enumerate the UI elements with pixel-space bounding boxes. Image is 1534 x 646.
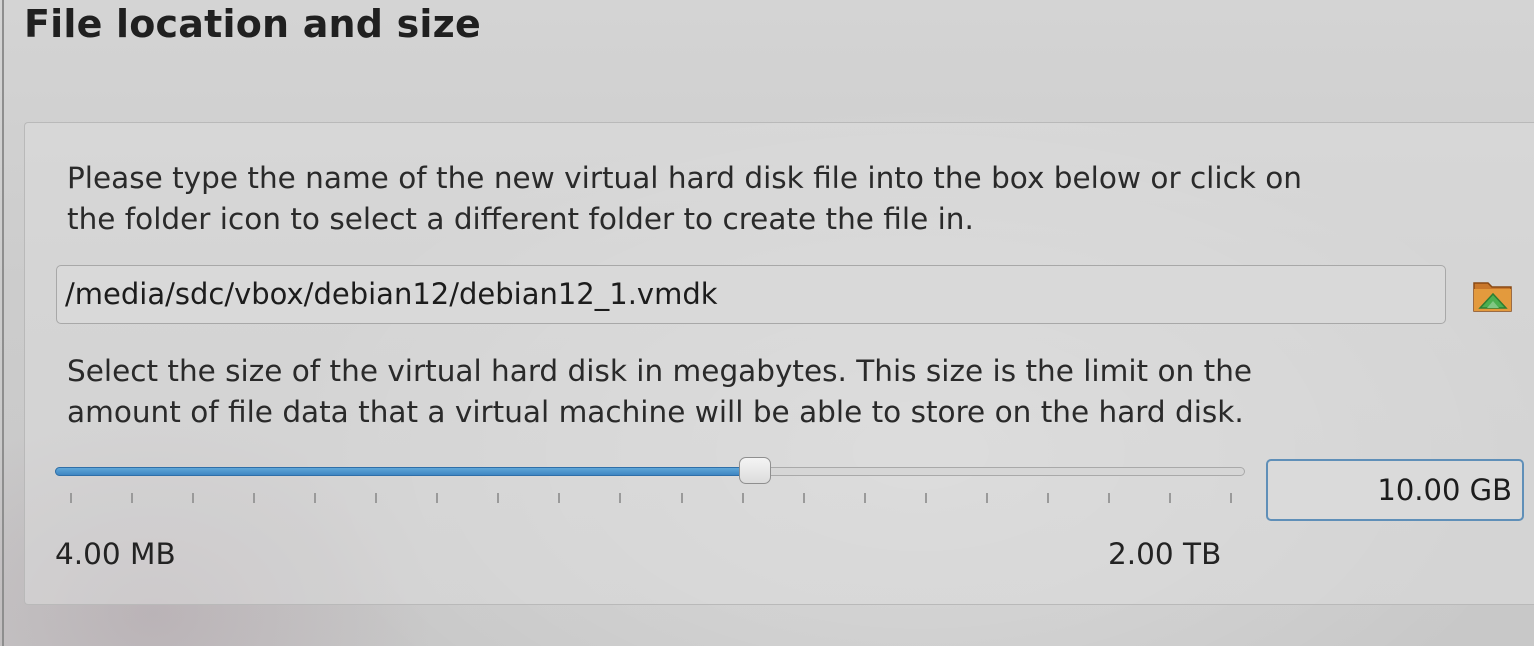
slider-tick [1108,493,1110,503]
size-min-label: 4.00 MB [55,537,176,571]
size-slider[interactable] [55,455,1247,505]
slider-tick [558,493,560,503]
size-description-line-2: amount of file data that a virtual machi… [67,395,1244,429]
slider-tick [925,493,927,503]
slider-tick [314,493,316,503]
slider-tick [1169,493,1171,503]
choose-folder-button[interactable] [1471,275,1515,315]
slider-tick [681,493,683,503]
slider-tick [864,493,866,503]
size-max-label: 2.00 TB [1108,537,1222,571]
slider-fill [55,467,755,476]
slider-tick [192,493,194,503]
slider-tick [497,493,499,503]
slider-tick [619,493,621,503]
slider-tick [70,493,72,503]
slider-tick [1047,493,1049,503]
location-description-line-1: Please type the name of the new virtual … [67,161,1302,195]
location-description: Please type the name of the new virtual … [67,158,1302,240]
slider-tick [375,493,377,503]
size-value-input[interactable]: 10.00 GB [1266,459,1524,521]
slider-tick [1230,493,1232,503]
file-path-input[interactable]: /media/sdc/vbox/debian12/debian12_1.vmdk [56,265,1446,324]
page-title: File location and size [24,2,481,46]
slider-tick [131,493,133,503]
slider-tick [436,493,438,503]
slider-tick [253,493,255,503]
location-size-group: Please type the name of the new virtual … [24,122,1534,605]
size-description-line-1: Select the size of the virtual hard disk… [67,354,1253,388]
slider-tick [742,493,744,503]
location-description-line-2: the folder icon to select a different fo… [67,202,974,236]
folder-open-icon [1473,282,1512,312]
slider-tick [803,493,805,503]
size-description: Select the size of the virtual hard disk… [67,351,1252,433]
slider-tick [986,493,988,503]
slider-ticks [55,493,1245,505]
slider-handle[interactable] [739,457,771,484]
